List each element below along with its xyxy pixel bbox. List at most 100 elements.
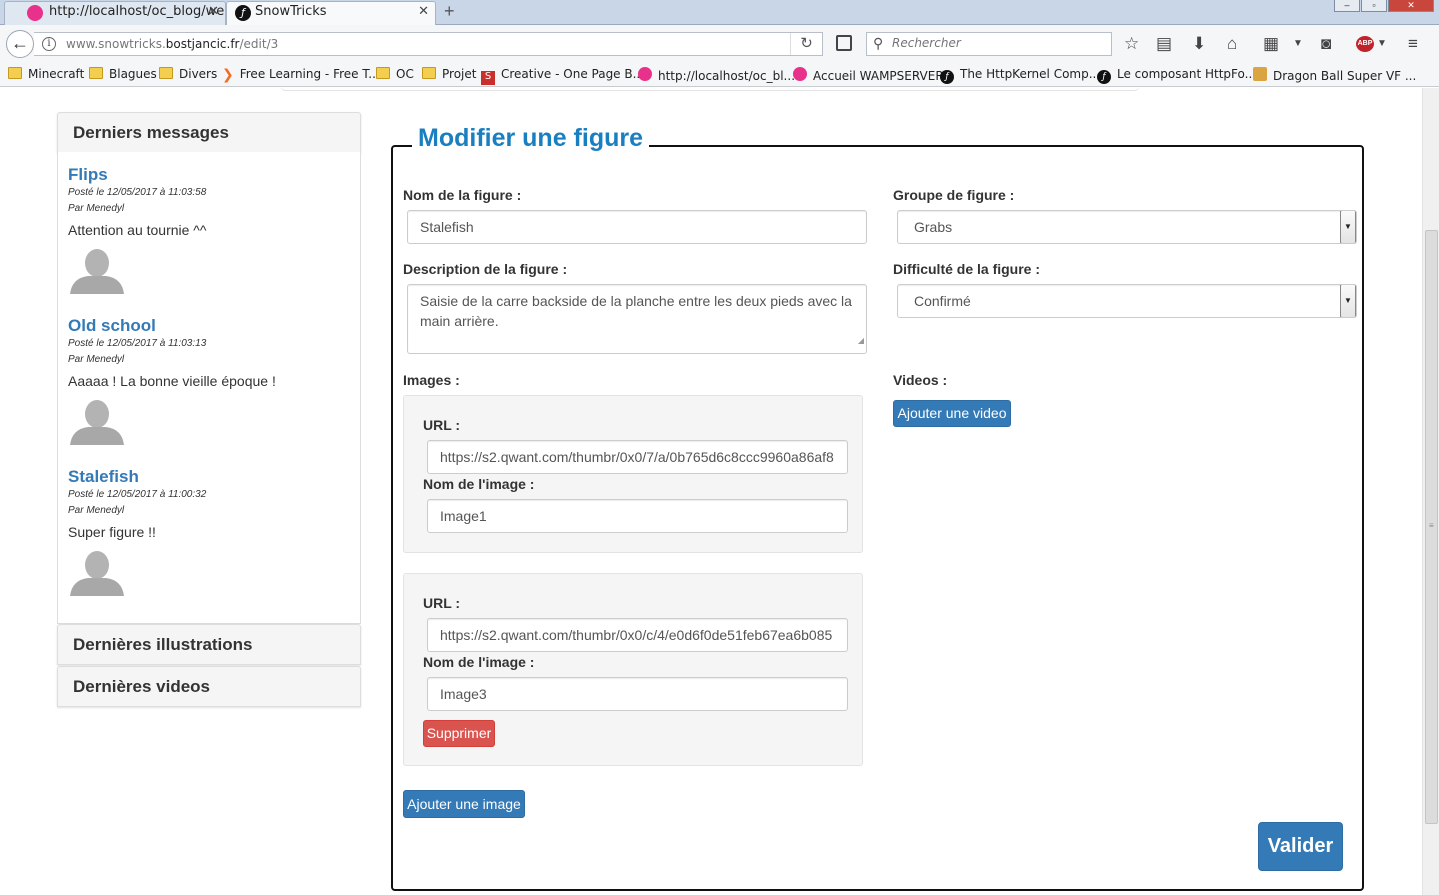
message-title-link[interactable]: Flips xyxy=(68,165,108,185)
description-text: Saisie de la carre backside de la planch… xyxy=(420,293,852,329)
bookmark-wampserver[interactable]: Accueil WAMPSERVER xyxy=(793,67,944,83)
figure-group-label: Groupe de figure : xyxy=(893,187,1015,203)
wampserver-icon xyxy=(27,5,43,21)
image-url-label: URL : xyxy=(423,417,461,433)
latest-messages-heading[interactable]: Derniers messages xyxy=(57,112,361,153)
bookmark-creative[interactable]: S Creative - One Page B... xyxy=(481,67,644,85)
close-window-icon[interactable]: ✕ xyxy=(1388,0,1434,12)
avatar-icon xyxy=(70,249,124,294)
image-name-label: Nom de l'image : xyxy=(423,476,535,492)
reload-icon[interactable]: ↻ xyxy=(790,33,822,55)
tab-snowtricks[interactable]: ƒ SnowTricks ✕ xyxy=(226,1,436,25)
message-title-link[interactable]: Old school xyxy=(68,316,156,336)
figure-name-input[interactable]: Stalefish xyxy=(407,210,867,244)
startbootstrap-icon: S xyxy=(481,71,495,85)
bookmark-oc[interactable]: OC xyxy=(376,67,414,81)
image-name-input[interactable]: Image3 xyxy=(427,677,848,711)
folder-icon xyxy=(89,67,103,79)
image-url-input[interactable]: https://s2.qwant.com/thumbr/0x0/7/a/0b76… xyxy=(427,440,848,474)
message-date: Posté le 12/05/2017 à 11:00:32 xyxy=(68,489,207,500)
header-shadow xyxy=(280,88,1140,91)
search-input[interactable] xyxy=(892,36,1102,50)
maximize-window-icon[interactable]: ▫ xyxy=(1361,0,1387,12)
bookmark-star-icon[interactable]: ☆ xyxy=(1124,34,1139,54)
bookmark-divers[interactable]: Divers xyxy=(159,67,217,81)
figure-group-select[interactable]: Grabs ▼ xyxy=(897,210,1357,244)
back-arrow-icon[interactable]: ← xyxy=(6,30,34,58)
figure-name-label: Nom de la figure : xyxy=(403,187,522,203)
search-icon: ⚲ xyxy=(873,35,884,51)
navigation-toolbar: ← i www.snowtricks.bostjancic.fr/edit/3 … xyxy=(0,25,1439,63)
bookmark-httpkernel[interactable]: ƒ The HttpKernel Comp... xyxy=(940,67,1100,84)
reader-view-icon[interactable] xyxy=(836,35,852,51)
chevron-down-icon[interactable]: ▼ xyxy=(1340,211,1356,243)
latest-videos-heading[interactable]: Dernières videos xyxy=(57,666,361,707)
tab-bar: http://localhost/oc_blog/web ✕ ƒ SnowTri… xyxy=(0,0,1439,25)
bookmarks-list-icon[interactable]: ▤ xyxy=(1156,34,1172,54)
message-author: Par Menedyl xyxy=(68,203,125,214)
image-name-input[interactable]: Image1 xyxy=(427,499,848,533)
extension-icon[interactable]: ▦ xyxy=(1263,34,1279,54)
delete-image-button[interactable]: Supprimer xyxy=(423,720,495,747)
folder-icon xyxy=(8,67,22,79)
bookmark-minecraft[interactable]: Minecraft xyxy=(8,67,84,81)
submit-button[interactable]: Valider xyxy=(1258,822,1343,871)
folder-icon xyxy=(376,67,390,79)
page-content: Derniers messages Flips Posté le 12/05/2… xyxy=(0,88,1422,895)
add-video-button[interactable]: Ajouter une video xyxy=(893,400,1011,427)
adblock-plus-icon[interactable]: ABP xyxy=(1356,36,1374,52)
image-name-label: Nom de l'image : xyxy=(423,654,535,670)
avatar-icon xyxy=(70,551,124,596)
url-bar[interactable]: i www.snowtricks.bostjancic.fr/edit/3 ↻ xyxy=(34,32,823,56)
figure-description-label: Description de la figure : xyxy=(403,261,568,277)
message-date: Posté le 12/05/2017 à 11:03:58 xyxy=(68,187,207,198)
message-title-link[interactable]: Stalefish xyxy=(68,467,139,487)
info-icon[interactable]: i xyxy=(42,37,56,51)
chevron-down-icon[interactable]: ▼ xyxy=(1293,34,1303,54)
image-entry: URL : https://s2.qwant.com/thumbr/0x0/c/… xyxy=(403,573,863,766)
bookmark-httpfoundation[interactable]: ƒ Le composant HttpFo... xyxy=(1097,67,1256,84)
packt-icon: ❯ xyxy=(222,67,234,83)
bookmark-localhost-oc-blog[interactable]: http://localhost/oc_bl... xyxy=(638,67,795,83)
figure-description-textarea[interactable]: Saisie de la carre backside de la planch… xyxy=(407,284,867,354)
images-label: Images : xyxy=(403,372,460,388)
tab-title: http://localhost/oc_blog/web xyxy=(49,4,226,19)
close-icon[interactable]: ✕ xyxy=(208,2,219,22)
home-icon[interactable]: ⌂ xyxy=(1227,34,1237,54)
download-icon[interactable]: ⬇ xyxy=(1192,34,1206,54)
latest-messages-panel: Flips Posté le 12/05/2017 à 11:03:58 Par… xyxy=(57,152,361,624)
menu-hamburger-icon[interactable]: ≡ xyxy=(1408,34,1418,54)
avatar-icon xyxy=(70,400,124,445)
bookmark-dragon-ball[interactable]: Dragon Ball Super VF ... xyxy=(1253,67,1416,83)
chevron-down-icon[interactable]: ▼ xyxy=(1377,34,1387,54)
scrollbar-thumb[interactable]: ≡ xyxy=(1425,230,1438,824)
image-url-input[interactable]: https://s2.qwant.com/thumbr/0x0/c/4/e0d6… xyxy=(427,618,848,652)
vertical-scrollbar[interactable]: ≡ xyxy=(1422,88,1439,895)
search-box[interactable]: ⚲ xyxy=(866,32,1112,56)
message-date: Posté le 12/05/2017 à 11:03:13 xyxy=(68,338,207,349)
folder-icon xyxy=(159,67,173,79)
minimize-window-icon[interactable]: – xyxy=(1334,0,1360,12)
symfony-icon: ƒ xyxy=(1097,70,1111,84)
tab-localhost-blog[interactable]: http://localhost/oc_blog/web ✕ xyxy=(4,1,226,25)
page-title: Modifier une figure xyxy=(412,124,649,153)
chevron-down-icon[interactable]: ▼ xyxy=(1340,285,1356,317)
latest-illustrations-heading[interactable]: Dernières illustrations xyxy=(57,624,361,665)
new-tab-plus-icon[interactable]: + xyxy=(444,0,455,22)
symfony-icon: ƒ xyxy=(235,5,251,21)
figure-difficulty-select[interactable]: Confirmé ▼ xyxy=(897,284,1357,318)
image-entry: URL : https://s2.qwant.com/thumbr/0x0/7/… xyxy=(403,395,863,553)
bookmark-free-learning[interactable]: ❯ Free Learning - Free T... xyxy=(222,67,380,83)
message-author: Par Menedyl xyxy=(68,354,125,365)
pocket-icon[interactable]: ◙ xyxy=(1321,34,1331,54)
figure-difficulty-label: Difficulté de la figure : xyxy=(893,261,1041,277)
selected-group: Grabs xyxy=(914,219,953,235)
bookmarks-bar: Minecraft Blagues Divers ❯ Free Learning … xyxy=(0,63,1439,87)
tab-title: SnowTricks xyxy=(255,4,327,19)
url-text[interactable]: www.snowtricks.bostjancic.fr/edit/3 xyxy=(66,37,278,51)
bookmark-blagues[interactable]: Blagues xyxy=(89,67,157,81)
add-image-button[interactable]: Ajouter une image xyxy=(403,790,525,818)
close-icon[interactable]: ✕ xyxy=(418,2,429,22)
bookmark-projet[interactable]: Projet xyxy=(422,67,476,81)
resize-grip-icon[interactable]: ◢ xyxy=(858,331,864,351)
